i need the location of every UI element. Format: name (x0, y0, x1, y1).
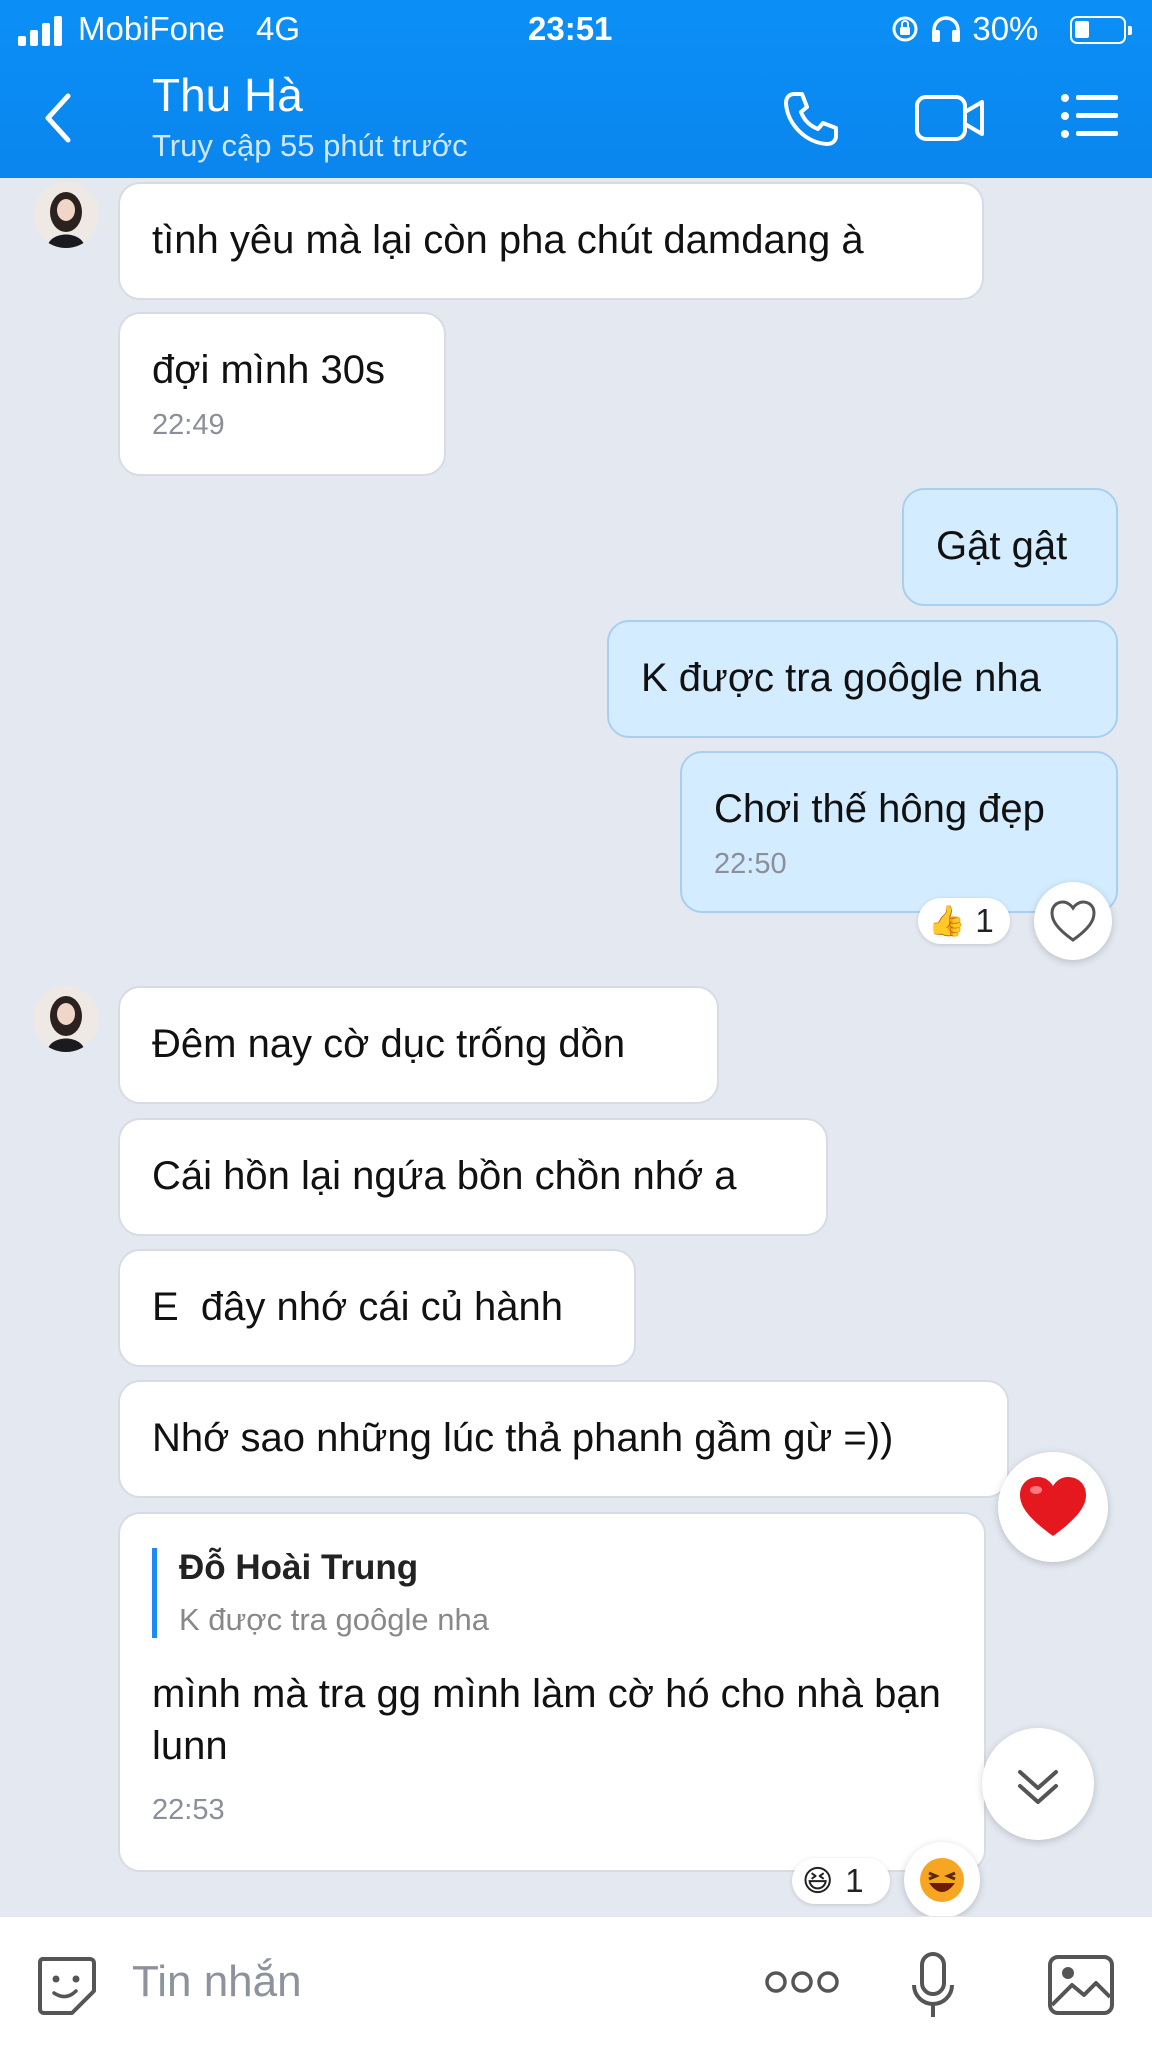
message-input[interactable]: Tin nhắn (132, 1957, 302, 2007)
reaction-count: 1 (845, 1862, 864, 1899)
status-time: 23:51 (528, 10, 613, 47)
contact-name[interactable]: Thu Hà (152, 68, 303, 122)
message-text: K được tra goôgle nha (641, 656, 1041, 700)
message-text: Đêm nay cờ dục trống dồn (152, 1022, 626, 1066)
reaction-count-badge[interactable]: 😆 1 (792, 1858, 890, 1904)
message-text: Nhớ sao những lúc thả phanh gầm gừ =)) (152, 1416, 894, 1460)
phone-icon[interactable] (780, 88, 842, 150)
network-type: 4G (256, 10, 301, 47)
laughing-emoji-icon: 😆 (802, 1864, 834, 1898)
message-bubble[interactable]: đợi mình 30s 22:49 (118, 312, 446, 476)
reaction-count-badge[interactable]: 👍 1 (918, 898, 1010, 944)
more-dots-icon[interactable] (764, 1967, 840, 1997)
carrier-name: MobiFone (78, 10, 225, 47)
message-bubble[interactable]: Gật gật (902, 488, 1118, 606)
image-icon[interactable] (1046, 1953, 1116, 2017)
message-text: Cái hồn lại ngứa bồn chồn nhớ a (152, 1154, 737, 1198)
quoted-message[interactable]: Đỗ Hoài Trung K được tra goôgle nha (152, 1548, 952, 1638)
message-text: E đây nhớ cái củ hành (152, 1285, 563, 1329)
message-text: tình yêu mà lại còn pha chút damdang à (152, 218, 864, 262)
message-text: Chơi thế hông đẹp (714, 787, 1045, 831)
last-seen-status: Truy cập 55 phút trước (152, 128, 468, 163)
message-bubble[interactable]: Đêm nay cờ dục trống dồn (118, 986, 719, 1104)
react-heart-button[interactable] (1034, 882, 1112, 960)
microphone-icon[interactable] (908, 1951, 958, 2023)
message-bubble[interactable]: Cái hồn lại ngứa bồn chồn nhớ a (118, 1118, 828, 1236)
quoted-author: Đỗ Hoài Trung (179, 1548, 419, 1587)
sticker-icon[interactable] (32, 1951, 100, 2019)
headphones-icon (932, 16, 961, 42)
signal-icon (18, 16, 66, 46)
laughing-emoji-icon (920, 1858, 964, 1902)
thumbs-up-icon: 👍 (928, 904, 966, 938)
status-bar: MobiFone 4G 23:51 30% (0, 8, 1152, 52)
heart-outline-icon (1050, 900, 1096, 942)
reply-message-bubble[interactable]: Đỗ Hoài Trung K được tra goôgle nha mình… (118, 1512, 986, 1872)
message-text: mình mà tra gg mình làm cờ hó cho nhà bạ… (152, 1672, 941, 1768)
contact-avatar[interactable] (33, 182, 99, 248)
message-bubble[interactable]: tình yêu mà lại còn pha chút damdang à (118, 182, 984, 300)
top-bar: MobiFone 4G 23:51 30% Thu Hà Truy cập 55… (0, 0, 1152, 178)
menu-list-icon[interactable] (1060, 92, 1120, 140)
reaction-count: 1 (975, 902, 994, 939)
message-text: đợi mình 30s (152, 348, 386, 392)
battery-percent: 30% (972, 10, 1039, 47)
rotation-lock-icon (892, 16, 918, 42)
message-composer: Tin nhắn (0, 1916, 1152, 2049)
message-bubble[interactable]: Nhớ sao những lúc thả phanh gầm gừ =)) (118, 1380, 1009, 1498)
back-arrow-icon[interactable] (38, 88, 78, 148)
heart-reaction-button[interactable] (998, 1452, 1108, 1562)
message-time: 22:50 (714, 848, 787, 880)
message-time: 22:49 (152, 409, 225, 441)
quoted-text: K được tra goôgle nha (179, 1602, 489, 1637)
contact-avatar[interactable] (33, 986, 99, 1052)
message-bubble[interactable]: K được tra goôgle nha (607, 620, 1118, 738)
message-time: 22:53 (152, 1794, 225, 1826)
video-camera-icon[interactable] (914, 92, 986, 144)
message-text: Gật gật (936, 524, 1068, 568)
message-bubble[interactable]: E đây nhớ cái củ hành (118, 1249, 636, 1367)
double-chevron-down-icon (1018, 1770, 1058, 1804)
red-heart-icon (1020, 1477, 1086, 1536)
battery-icon (1070, 16, 1132, 44)
react-laugh-button[interactable] (904, 1842, 980, 1918)
scroll-to-bottom-button[interactable] (982, 1728, 1094, 1840)
